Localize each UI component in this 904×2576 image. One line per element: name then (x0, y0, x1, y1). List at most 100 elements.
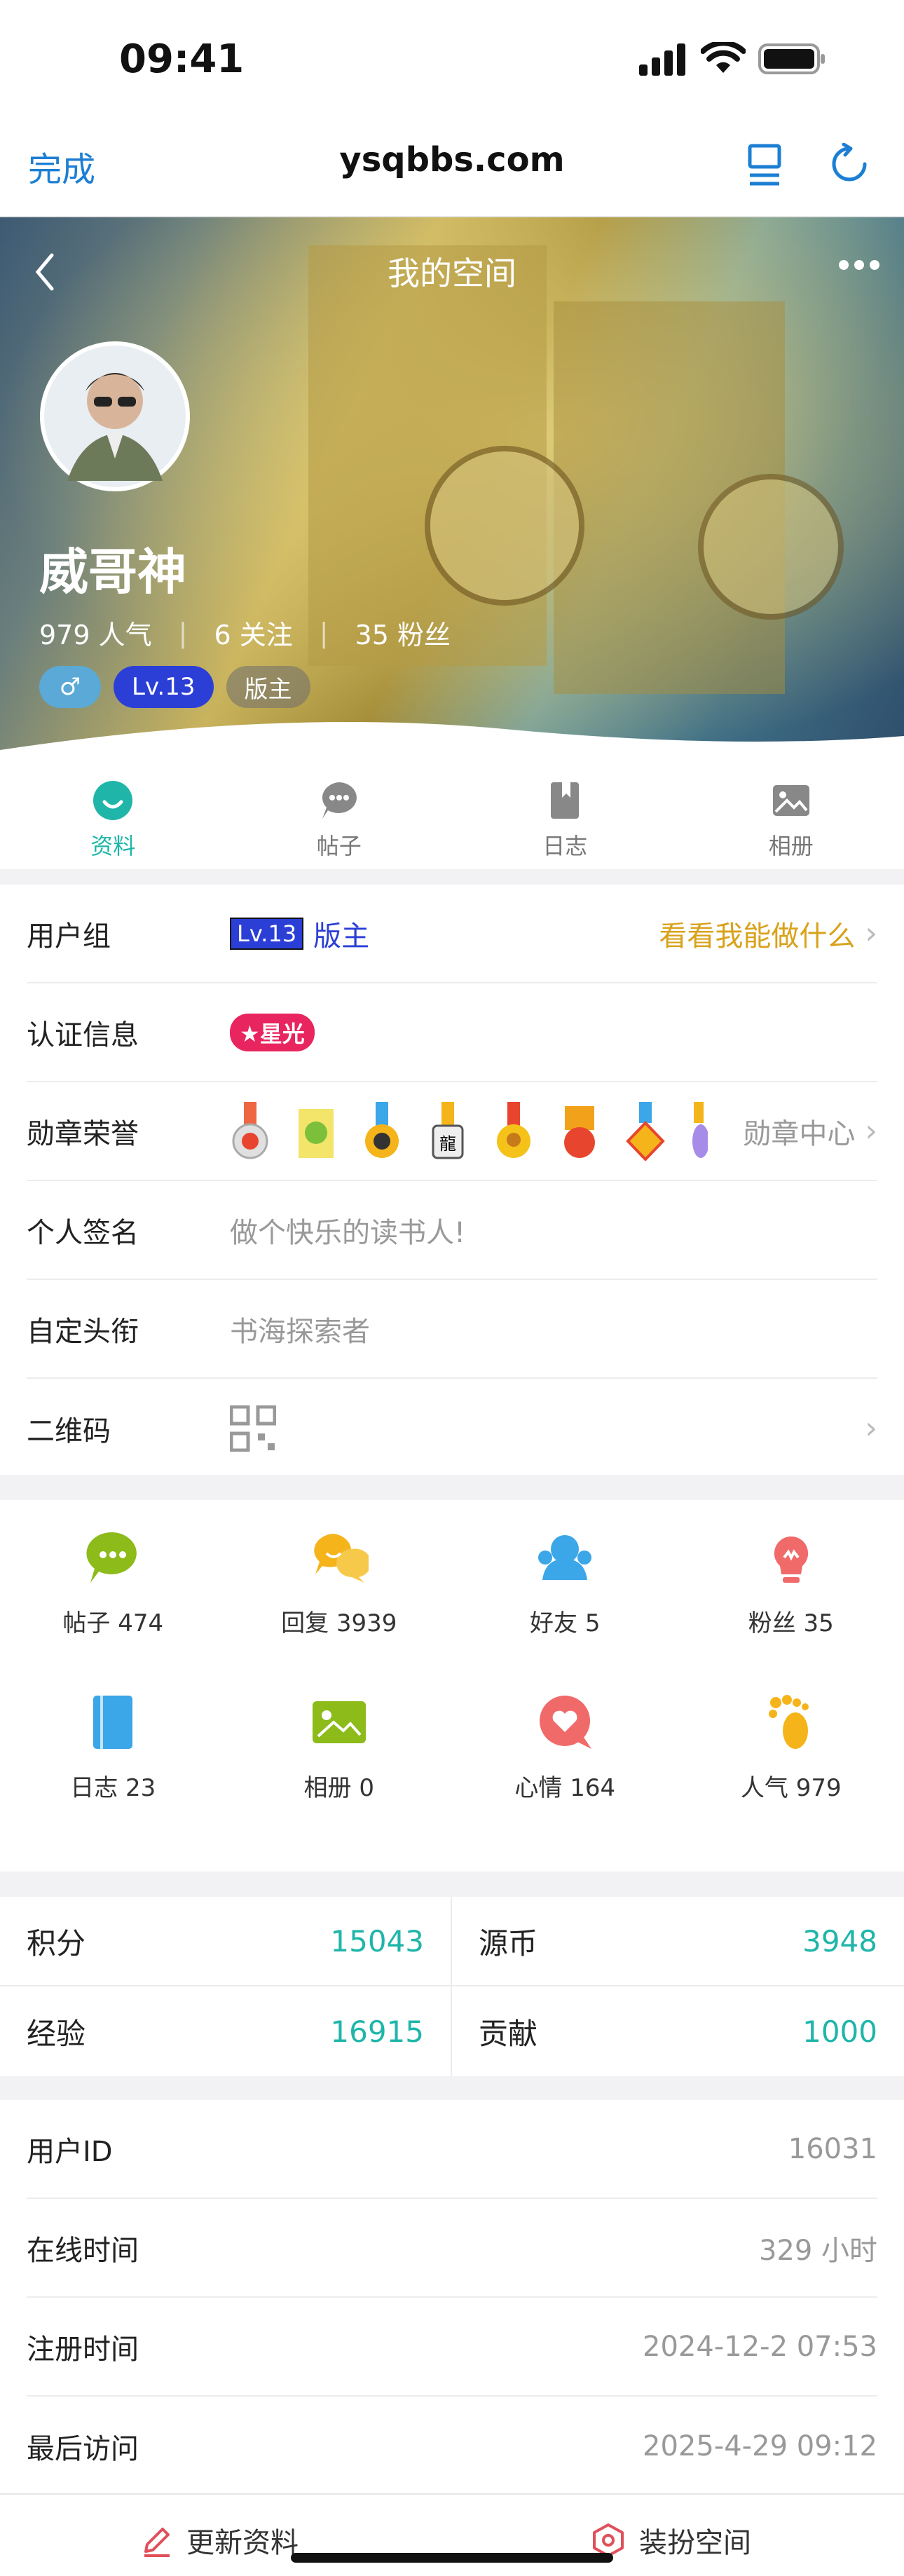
friends-count-cell[interactable]: 好友 5 (452, 1528, 678, 1693)
tab-journal[interactable]: 日志 (452, 764, 678, 869)
group-link[interactable]: 看看我能做什么 › (659, 913, 877, 954)
heart-bubble-icon (540, 1696, 592, 1749)
home-indicator (291, 2553, 613, 2563)
popularity-count: 979 人气 (39, 620, 152, 650)
gender-male-icon: ♂ (39, 666, 101, 708)
chevron-right-icon: › (865, 915, 877, 951)
register-time-value: 2024-12-2 07:53 (643, 2330, 877, 2363)
status-bar: 09:41 (0, 0, 904, 119)
friends-count-label: 好友 5 (530, 1609, 601, 1637)
role-badge: 版主 (226, 666, 310, 708)
notebook-icon (93, 1696, 133, 1749)
tab-label: 资料 (90, 833, 136, 859)
reader-list-icon[interactable] (747, 143, 783, 186)
medal-icon (232, 1101, 268, 1159)
photo-icon (772, 785, 809, 816)
svg-text:龍: 龍 (439, 1134, 456, 1154)
tab-profile[interactable]: 资料 (0, 764, 226, 869)
comment-icon (322, 782, 357, 819)
medal-icon: 龍 (432, 1101, 464, 1159)
activity-grid-cells: 帖子 474 回复 3939 好友 5 粉丝 35 日志 23 相册 0 心情 … (0, 1500, 904, 1858)
fans-count[interactable]: 35 粉丝 (355, 613, 451, 652)
mood-count-cell[interactable]: 心情 164 (452, 1693, 678, 1858)
chevron-right-icon: › (865, 1113, 877, 1149)
medal-icon (692, 1101, 708, 1158)
last-visit-value: 2025-4-29 09:12 (643, 2430, 877, 2462)
popularity-count-label: 人气 979 (740, 1774, 842, 1802)
scores-card: 积分 15043 源币 3948 经验 16915 贡献 1000 (0, 1897, 904, 2076)
book-icon (551, 782, 580, 819)
wifi-icon (701, 42, 746, 73)
battery-icon (758, 43, 825, 74)
contrib-cell: 贡献 1000 (452, 1986, 904, 2076)
row-label: 用户组 (27, 920, 111, 953)
edit-profile-button[interactable]: 更新资料 (140, 2520, 299, 2561)
medals-row[interactable]: 勋章荣誉 龍 勋章中心 › (27, 1082, 877, 1181)
star-badge: ★星光 (230, 1013, 315, 1051)
edit-profile-label: 更新资料 (186, 2527, 299, 2559)
popularity-count-cell[interactable]: 人气 979 (678, 1693, 904, 1858)
fans-count-label: 粉丝 35 (748, 1609, 834, 1637)
contrib-label: 贡献 (479, 2016, 538, 2051)
user-name: 威哥神 (39, 543, 186, 601)
posts-count-cell[interactable]: 帖子 474 (0, 1528, 226, 1693)
register-time-row: 注册时间 2024-12-2 07:53 (27, 2298, 877, 2397)
level-tag: Lv.13 (230, 917, 304, 950)
exp-value: 16915 (330, 2014, 424, 2049)
chevron-right-icon: › (865, 1410, 877, 1446)
tab-album[interactable]: 相册 (678, 764, 904, 869)
tab-label: 帖子 (316, 833, 362, 859)
chat-bubble-icon (86, 1532, 137, 1583)
activity-grid: 帖子 474 回复 3939 好友 5 粉丝 35 日志 23 相册 0 心情 … (0, 1500, 904, 1872)
album-count-label: 相册 0 (303, 1774, 374, 1802)
level-badge: Lv.13 (114, 666, 214, 708)
profile-tabs: 资料 帖子 日志 相册 (0, 764, 904, 869)
more-icon[interactable] (838, 259, 880, 271)
profile-info-card: 用户组 Lv.13 版主 看看我能做什么 › 认证信息 ★星光 勋章荣誉 龍 勋章… (0, 885, 904, 1475)
browser-navbar: 完成 ysqbbs.com (0, 119, 904, 217)
profile-hero: 我的空间 威哥神 979 人气 | 6 关注 | 35 粉丝 ♂ Lv.13 版… (0, 217, 904, 764)
coins-label: 源币 (479, 1926, 538, 1961)
row-label: 个人签名 (27, 1216, 139, 1249)
coins-cell: 源币 3948 (452, 1897, 904, 1986)
tab-label: 日志 (542, 833, 588, 859)
stats-divider: | (319, 617, 329, 648)
online-time-row: 在线时间 329 小时 (27, 2199, 877, 2298)
album-count-cell[interactable]: 相册 0 (226, 1693, 453, 1858)
medal-center-link[interactable]: 勋章中心 › (743, 1111, 877, 1152)
fans-bulb-icon (774, 1536, 808, 1583)
user-stats: 979 人气 | 6 关注 | 35 粉丝 (39, 613, 451, 652)
following-count[interactable]: 6 关注 (214, 613, 292, 652)
row-label: 用户ID (27, 2135, 113, 2168)
journal-count-cell[interactable]: 日志 23 (0, 1693, 226, 1858)
hero-title: 我的空间 (388, 254, 516, 292)
dress-space-label: 装扮空间 (639, 2527, 751, 2559)
tab-label: 相册 (768, 833, 814, 859)
edit-pencil-icon (144, 2528, 170, 2557)
row-label: 认证信息 (27, 1018, 139, 1051)
footprint-icon (768, 1695, 809, 1749)
qr-code-row[interactable]: 二维码 › (27, 1379, 877, 1478)
medal-icon (365, 1101, 399, 1158)
signature-value: 做个快乐的读书人! (230, 1216, 466, 1249)
user-badges: ♂ Lv.13 版主 (39, 666, 310, 708)
row-label: 注册时间 (27, 2333, 139, 2366)
photo-icon (312, 1701, 366, 1743)
row-label: 自定头衔 (27, 1315, 139, 1348)
posts-count-label: 帖子 474 (62, 1609, 164, 1637)
online-time-value: 329 小时 (758, 2234, 877, 2267)
reload-icon[interactable] (828, 143, 870, 186)
uid-value: 16031 (788, 2132, 877, 2165)
medal-center-text: 勋章中心 (743, 1117, 856, 1150)
contrib-value: 1000 (802, 2014, 877, 2049)
smile-icon (93, 781, 133, 820)
avatar[interactable] (39, 341, 191, 492)
fans-count-cell[interactable]: 粉丝 35 (678, 1528, 904, 1693)
last-visit-row: 最后访问 2025-4-29 09:12 (27, 2397, 877, 2495)
medal-icon (564, 1105, 595, 1158)
tab-posts[interactable]: 帖子 (226, 764, 453, 869)
status-time: 09:41 (119, 36, 245, 82)
user-group-row[interactable]: 用户组 Lv.13 版主 看看我能做什么 › (27, 885, 877, 983)
replies-count-cell[interactable]: 回复 3939 (226, 1528, 453, 1693)
dress-space-button[interactable]: 装扮空间 (590, 2520, 751, 2561)
